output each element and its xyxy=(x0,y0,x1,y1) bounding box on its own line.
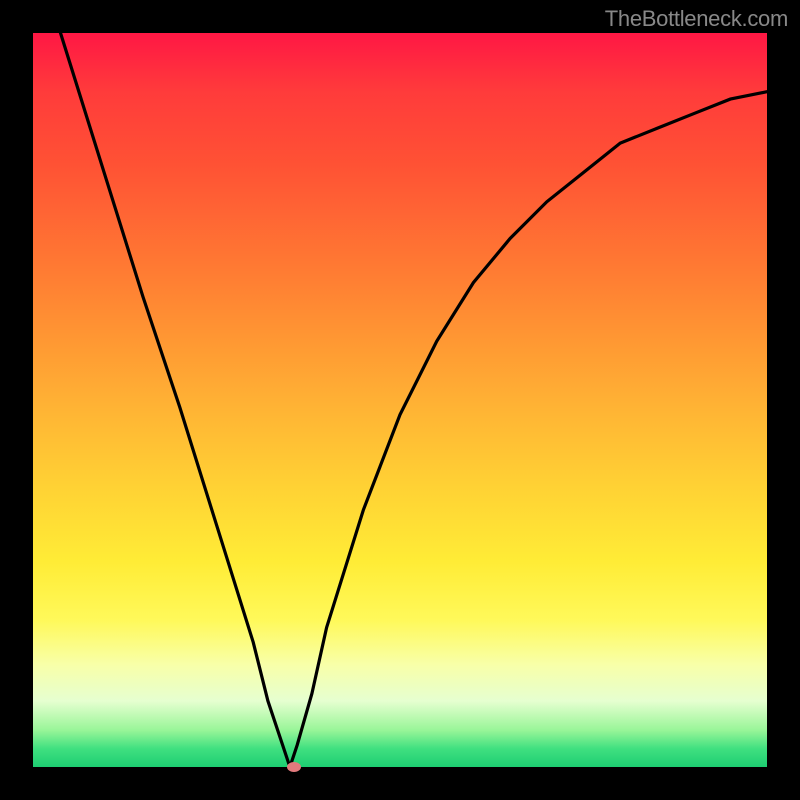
min-marker xyxy=(287,762,301,772)
curve-svg xyxy=(33,33,767,767)
plot-area xyxy=(33,33,767,767)
bottleneck-curve xyxy=(33,0,767,767)
watermark-text: TheBottleneck.com xyxy=(605,6,788,32)
